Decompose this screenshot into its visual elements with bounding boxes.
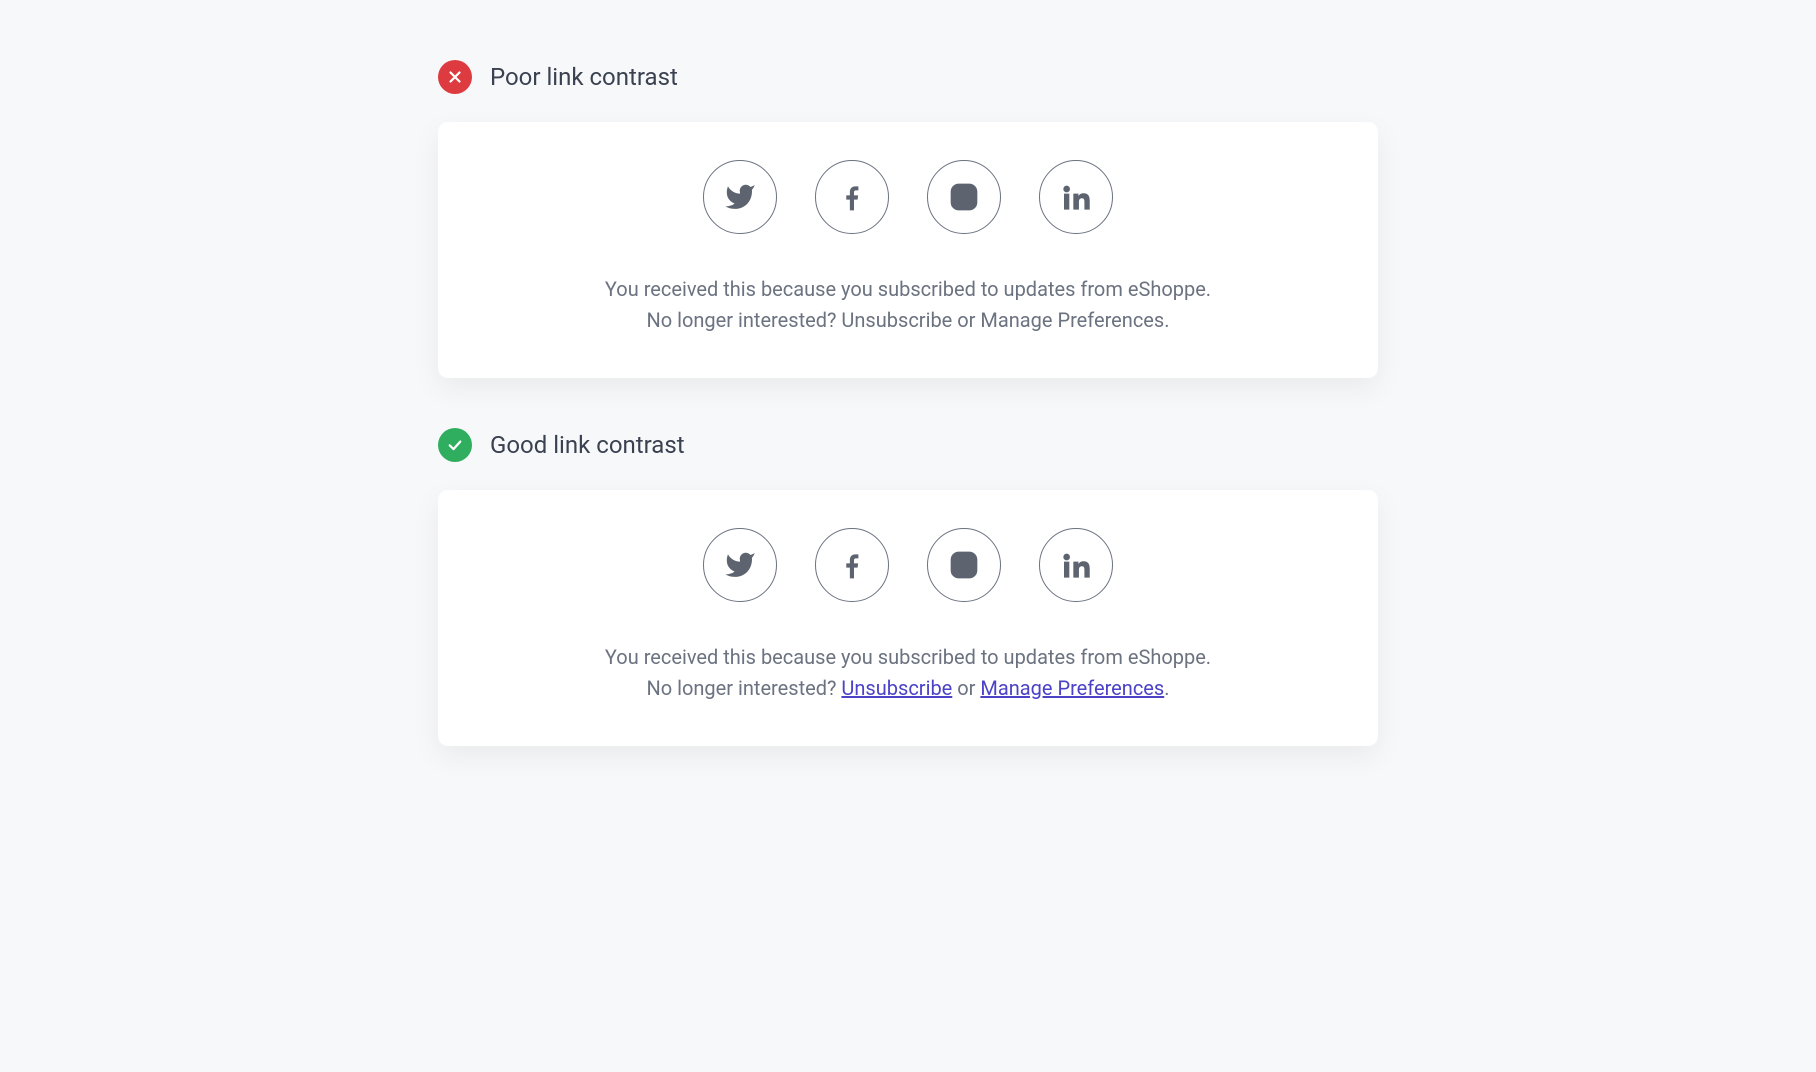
footer-prefix: No longer interested? bbox=[646, 676, 841, 700]
footer-line1: You received this because you subscribed… bbox=[605, 277, 1211, 301]
period: . bbox=[1164, 308, 1169, 332]
poor-example: Poor link contrast You received this bec… bbox=[438, 60, 1378, 378]
social-icons-row bbox=[478, 160, 1338, 234]
facebook-icon[interactable] bbox=[815, 528, 889, 602]
footer-text: You received this because you subscribed… bbox=[478, 642, 1338, 704]
facebook-icon[interactable] bbox=[815, 160, 889, 234]
footer-text: You received this because you subscribed… bbox=[478, 274, 1338, 336]
manage-preferences-link[interactable]: Manage Preferences bbox=[980, 308, 1164, 332]
twitter-icon[interactable] bbox=[703, 160, 777, 234]
poor-card: You received this because you subscribed… bbox=[438, 122, 1378, 378]
social-icons-row bbox=[478, 528, 1338, 602]
instagram-icon[interactable] bbox=[927, 528, 1001, 602]
footer-line1: You received this because you subscribed… bbox=[605, 645, 1211, 669]
unsubscribe-link[interactable]: Unsubscribe bbox=[841, 676, 952, 700]
manage-preferences-link[interactable]: Manage Preferences bbox=[980, 676, 1164, 700]
check-badge-icon bbox=[438, 428, 472, 462]
good-card: You received this because you subscribed… bbox=[438, 490, 1378, 746]
good-label: Good link contrast bbox=[490, 431, 685, 459]
linkedin-icon[interactable] bbox=[1039, 528, 1113, 602]
or-text: or bbox=[952, 676, 980, 700]
x-badge-icon bbox=[438, 60, 472, 94]
linkedin-icon[interactable] bbox=[1039, 160, 1113, 234]
instagram-icon[interactable] bbox=[927, 160, 1001, 234]
twitter-icon[interactable] bbox=[703, 528, 777, 602]
good-label-row: Good link contrast bbox=[438, 428, 1378, 462]
or-text: or bbox=[952, 308, 980, 332]
period: . bbox=[1164, 676, 1169, 700]
unsubscribe-link[interactable]: Unsubscribe bbox=[841, 308, 952, 332]
poor-label: Poor link contrast bbox=[490, 63, 678, 91]
good-example: Good link contrast You received this bec… bbox=[438, 428, 1378, 746]
poor-label-row: Poor link contrast bbox=[438, 60, 1378, 94]
footer-prefix: No longer interested? bbox=[646, 308, 841, 332]
